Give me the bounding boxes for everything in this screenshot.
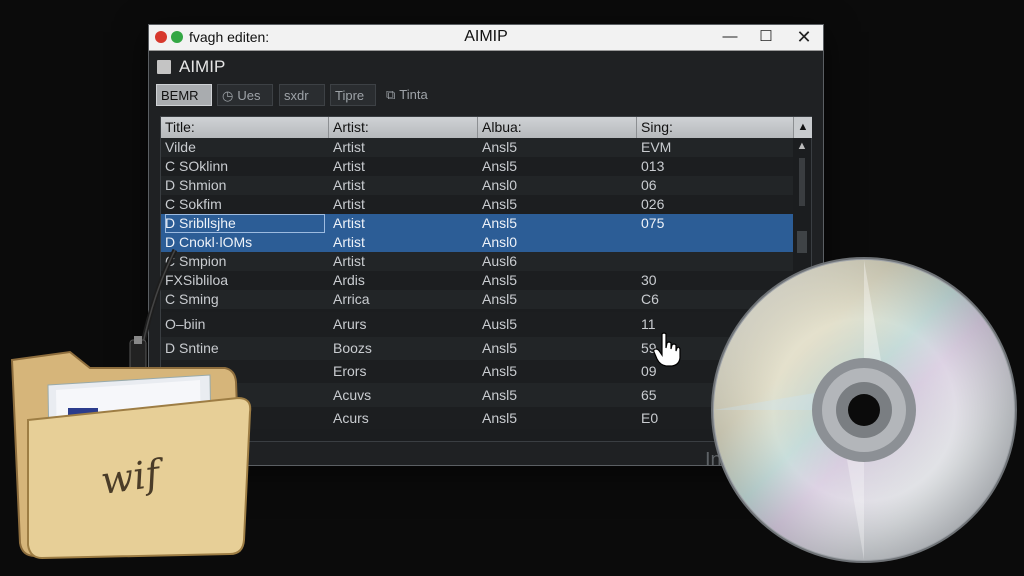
- cell-album: Ansl5: [482, 196, 518, 212]
- cell-title: C SOklinn: [165, 158, 229, 174]
- app-logo-icon: [157, 60, 171, 74]
- table-header: Title: Artist: Albua: Sing:: [161, 117, 793, 138]
- cell-artist: Artist: [333, 196, 365, 212]
- cell-artist: Artist: [333, 253, 365, 269]
- cell-artist: Acuvs: [333, 387, 372, 403]
- minimize-button[interactable]: —: [715, 26, 745, 48]
- cell-artist: Artist: [333, 215, 365, 231]
- toolbar-button-tipre[interactable]: Tipre: [330, 84, 376, 106]
- timer-icon: ◷: [222, 88, 234, 103]
- folder-icon: wif: [10, 248, 252, 560]
- cell-album: Ansl5: [482, 139, 518, 155]
- cell-song: EVM: [641, 139, 672, 155]
- close-dot-icon[interactable]: [155, 31, 167, 43]
- cell-album: Ansl5: [482, 272, 518, 288]
- toolbar-button-bemr[interactable]: BEMR: [156, 84, 212, 106]
- app-header: AIMIP: [157, 56, 225, 78]
- cell-album: Ansl0: [482, 177, 518, 193]
- cell-album: Ausl5: [482, 316, 518, 332]
- toolbar-button-sxdr[interactable]: sxdr: [279, 84, 325, 106]
- scroll-up-icon[interactable]: ▲: [795, 140, 809, 154]
- cell-album: Ansl5: [482, 387, 518, 403]
- table-row[interactable]: C SOklinn Artist Ansl5 013: [161, 157, 793, 176]
- cell-song: 026: [641, 196, 665, 212]
- toolbar-button-ues[interactable]: ◷ Ues: [217, 84, 273, 106]
- toolbar-button-label: BEMR: [161, 88, 199, 103]
- cell-artist: Artist: [333, 139, 365, 155]
- title-left-text: fvagh editen:: [189, 29, 270, 45]
- cell-artist: Artist: [333, 158, 365, 174]
- column-header-song[interactable]: Sing:: [637, 117, 793, 138]
- film-icon: ⧉: [386, 87, 396, 102]
- cell-artist: Arrica: [333, 291, 370, 307]
- cd-disc-icon: [711, 257, 1017, 563]
- maximize-button[interactable]: ☐: [751, 26, 781, 48]
- cell-artist: Ardis: [333, 272, 365, 288]
- cell-album: Ansl5: [482, 158, 518, 174]
- table-row[interactable]: Vilde Artist Ansl5 EVM: [161, 138, 793, 157]
- toolbar-button-label: Ues: [237, 88, 261, 103]
- cell-artist: Erors: [333, 363, 367, 379]
- scrollbar-thumb[interactable]: [799, 158, 805, 206]
- column-header-title[interactable]: Title:: [161, 117, 329, 138]
- cell-album: Ansl5: [482, 410, 518, 426]
- column-header-album[interactable]: Albua:: [478, 117, 637, 138]
- cell-artist: Boozs: [333, 340, 372, 356]
- toolbar-button-label: Tinta: [399, 87, 428, 102]
- cell-song: 30: [641, 272, 657, 288]
- cell-song: C6: [641, 291, 659, 307]
- column-header-artist[interactable]: Artist:: [329, 117, 478, 138]
- sort-up-icon[interactable]: ▲: [793, 117, 812, 138]
- cell-artist: Acurs: [333, 410, 369, 426]
- cell-album: Ausl6: [482, 253, 518, 269]
- cell-album: Ansl0: [482, 234, 518, 250]
- cell-song: E0: [641, 410, 659, 426]
- cell-title: C Sokfim: [165, 196, 222, 212]
- cell-artist: Artist: [333, 234, 365, 250]
- cell-title: D Sribllsjhe: [165, 214, 325, 233]
- maximize-dot-icon[interactable]: [171, 31, 183, 43]
- cell-album: Ansl5: [482, 340, 518, 356]
- toolbar-button-label: sxdr: [284, 88, 309, 103]
- table-row[interactable]: C Sokfim Artist Ansl5 026: [161, 195, 793, 214]
- cell-artist: Arurs: [333, 316, 367, 332]
- cell-album: Ansl5: [482, 215, 518, 231]
- table-row[interactable]: D Shmion Artist Ansl0 06: [161, 176, 793, 195]
- toolbar-button-tinta[interactable]: ⧉ Tinta: [382, 84, 446, 106]
- toolbar-button-label: Tipre: [335, 88, 365, 103]
- cell-song: 06: [641, 177, 657, 193]
- hand-cursor-icon: [653, 332, 681, 367]
- cell-artist: Artist: [333, 177, 365, 193]
- cell-title: D Shmion: [165, 177, 227, 193]
- cell-album: Ansl5: [482, 363, 518, 379]
- cell-song: 65: [641, 387, 657, 403]
- cell-title: Vilde: [165, 139, 196, 155]
- cell-song: 013: [641, 158, 665, 174]
- title-bar[interactable]: fvagh editen: AIMIP — ☐ ✕: [149, 25, 823, 51]
- cell-album: Ansl5: [482, 291, 518, 307]
- cell-song: 075: [641, 215, 665, 231]
- app-name: AIMIP: [179, 57, 226, 76]
- table-row[interactable]: D Sribllsjhe Artist Ansl5 075: [161, 214, 793, 233]
- scrollbar-marker: [797, 231, 807, 253]
- close-button[interactable]: ✕: [789, 26, 819, 48]
